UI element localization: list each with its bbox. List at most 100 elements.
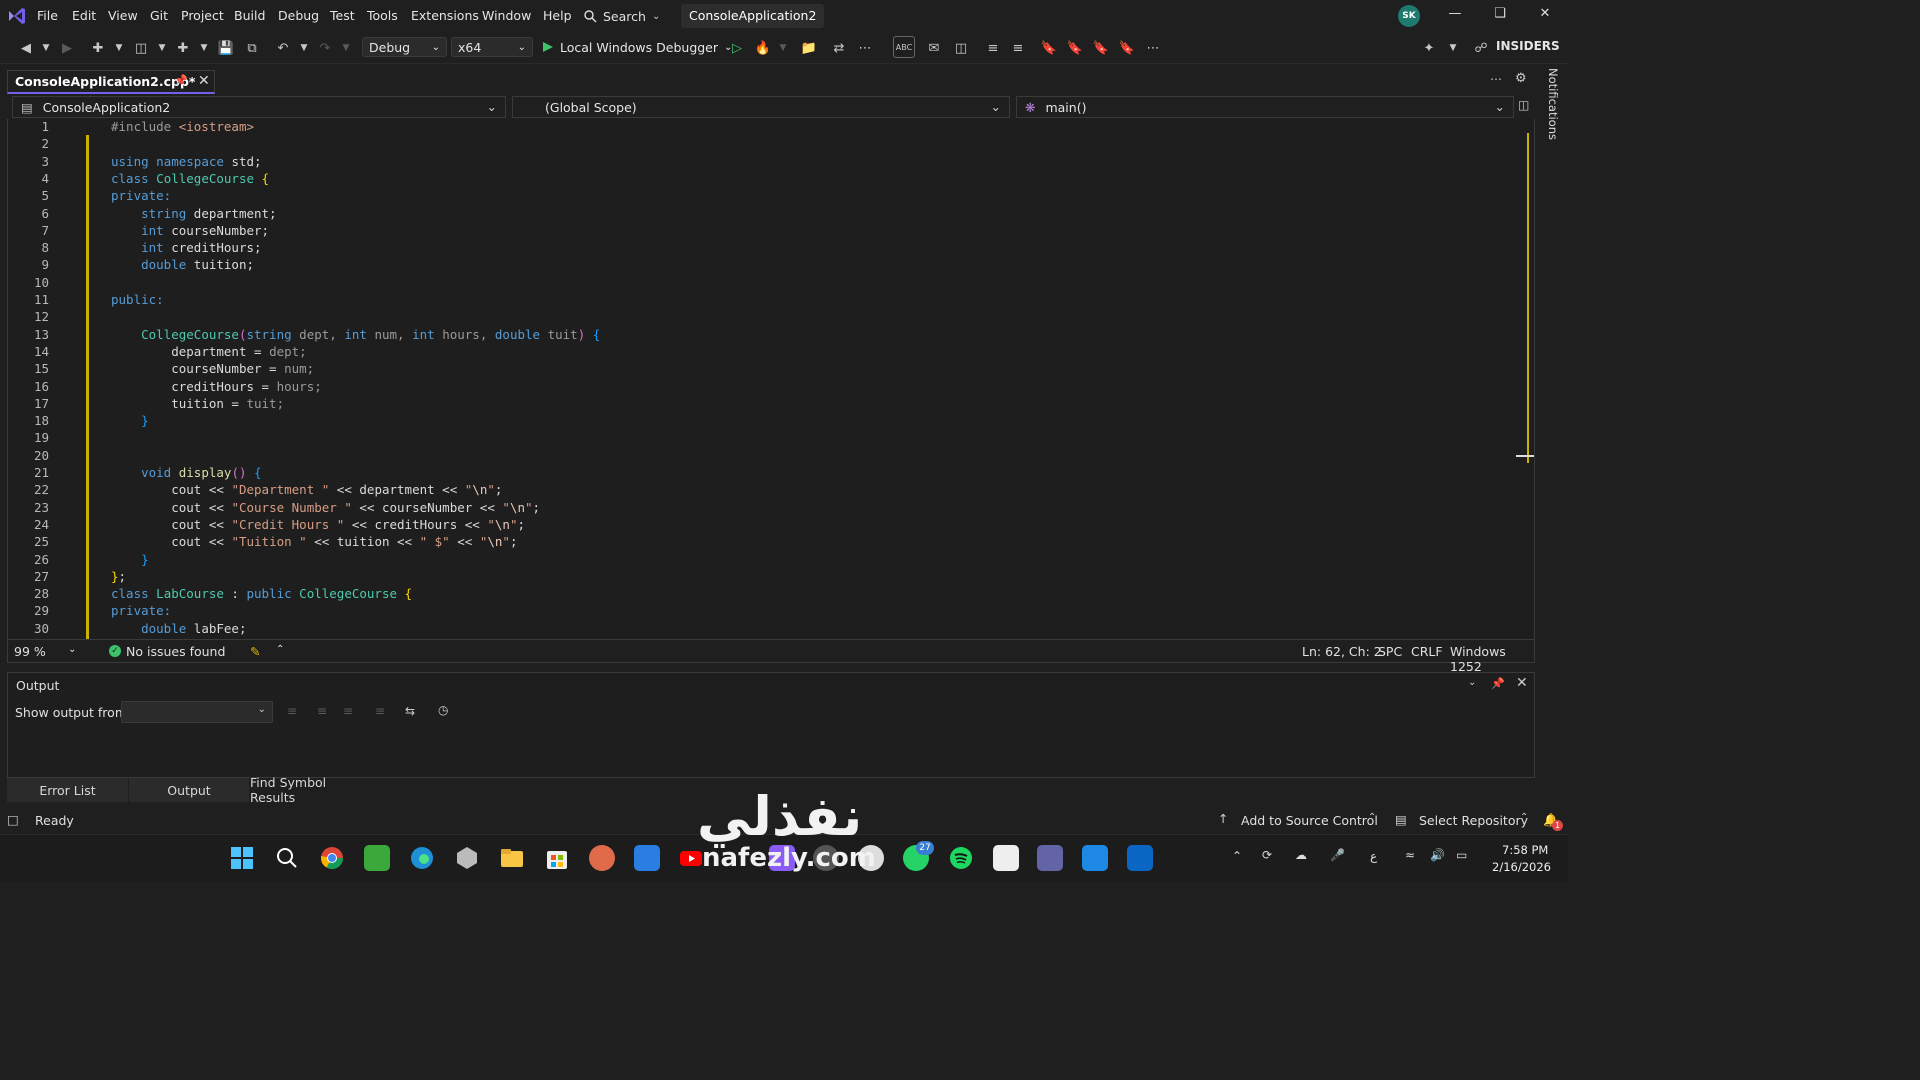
whitespace-mode[interactable]: SPC <box>1378 644 1402 659</box>
chevron-down-icon[interactable]: ▼ <box>293 38 315 58</box>
minimize-icon[interactable]: — <box>1440 6 1470 26</box>
spell-check-icon[interactable]: ABC <box>893 36 915 58</box>
previous-message-icon[interactable]: ≡ <box>317 704 327 718</box>
menu-build[interactable]: Build <box>234 8 265 23</box>
teams-icon[interactable] <box>1037 845 1063 871</box>
split-window-icon[interactable]: ◫ <box>1518 98 1529 112</box>
select-repository-button[interactable]: Select Repository <box>1419 813 1528 828</box>
menu-debug[interactable]: Debug <box>278 8 319 23</box>
redo-icon[interactable]: ↷ <box>314 38 336 58</box>
avatar[interactable]: SK <box>1398 5 1420 27</box>
close-window-icon[interactable]: ✕ <box>1530 6 1560 26</box>
app-icon[interactable] <box>1082 845 1108 871</box>
solution-configuration-dropdown[interactable]: Debug ⌄ <box>362 37 447 57</box>
code-editor[interactable]: 1 2 3 4 5 6 7 8 9 10 11 12 13 14 15 16 1… <box>7 119 1535 639</box>
chevron-down-icon[interactable]: ▼ <box>335 38 357 58</box>
microsoft-store-icon[interactable] <box>544 845 570 871</box>
line-ending[interactable]: CRLF <box>1411 644 1443 659</box>
close-icon[interactable]: ✕ <box>198 73 210 89</box>
add-item-icon[interactable]: ✚ <box>172 38 194 58</box>
chrome-icon[interactable] <box>319 845 345 871</box>
tab-find-symbol-results[interactable]: Find Symbol Results <box>250 775 372 805</box>
notepad-plus-icon[interactable] <box>364 845 390 871</box>
tab-error-list[interactable]: Error List <box>7 778 128 802</box>
search-button[interactable]: Search ⌄ <box>584 6 660 26</box>
add-to-source-control-button[interactable]: Add to Source Control <box>1241 813 1378 828</box>
find-message-icon[interactable]: ≡ <box>287 704 297 718</box>
zoom-level[interactable]: 99 % <box>14 644 46 659</box>
sync-icon[interactable]: ⟳ <box>1262 848 1272 862</box>
chevron-down-icon[interactable]: ▼ <box>35 38 57 58</box>
output-source-dropdown[interactable]: ⌄ <box>121 701 273 723</box>
notifications-side-tab[interactable]: Notifications <box>1540 68 1560 148</box>
menu-extensions[interactable]: Extensions <box>411 8 479 23</box>
menu-project[interactable]: Project <box>181 8 224 23</box>
input-language[interactable]: ع <box>1370 849 1377 863</box>
app-icon[interactable] <box>589 845 615 871</box>
tab-consoleapplication2-cpp[interactable]: ConsoleApplication2.cpp* 📌 ✕ <box>7 70 215 94</box>
copilot-icon[interactable]: ✦ <box>1418 38 1440 58</box>
pin-icon[interactable]: 📌 <box>174 74 188 87</box>
close-icon[interactable]: ✕ <box>1516 675 1528 691</box>
next-bookmark-icon[interactable]: 🔖 <box>1090 38 1112 58</box>
outdent-icon[interactable]: ≡ <box>982 38 1004 58</box>
solution-platform-dropdown[interactable]: x64 ⌄ <box>451 37 533 57</box>
clock-date[interactable]: 2/16/2026 <box>1492 860 1551 874</box>
menu-help[interactable]: Help <box>543 8 572 23</box>
pin-icon[interactable]: 📌 <box>1491 677 1505 690</box>
navigate-forward-icon[interactable]: ▶ <box>56 38 78 58</box>
menu-tools[interactable]: Tools <box>367 8 398 23</box>
start-without-debugging-icon[interactable]: ▷ <box>726 38 748 58</box>
comment-icon[interactable]: ✉ <box>923 38 945 58</box>
volume-icon[interactable]: 🔊 <box>1430 848 1445 862</box>
file-encoding[interactable]: Windows 1252 <box>1450 644 1534 674</box>
restore-icon[interactable]: ❏ <box>1485 6 1515 26</box>
editor-scrollbar[interactable] <box>1515 133 1529 463</box>
save-all-icon[interactable]: ⧉ <box>241 38 263 58</box>
prev-bookmark-icon[interactable]: 🔖 <box>1064 38 1086 58</box>
uncomment-icon[interactable]: ◫ <box>950 38 972 58</box>
new-project-icon[interactable]: ✚ <box>87 38 109 58</box>
insiders-badge[interactable]: INSIDERS <box>1496 39 1560 53</box>
menu-view[interactable]: View <box>108 8 138 23</box>
battery-icon[interactable]: ▭ <box>1456 848 1467 862</box>
gear-icon[interactable]: ⚙ <box>1515 71 1527 86</box>
file-explorer-icon[interactable] <box>499 845 525 871</box>
more-options-icon[interactable]: ⋯ <box>1490 72 1502 86</box>
wifi-icon[interactable]: ≈ <box>1405 848 1415 862</box>
chevron-down-icon[interactable]: ▼ <box>108 38 130 58</box>
youtube-icon[interactable] <box>678 845 704 871</box>
code-cleanup-icon[interactable]: ✎ <box>250 644 260 659</box>
scope-dropdown[interactable]: (Global Scope) ⌄ <box>512 96 1010 118</box>
undo-icon[interactable]: ↶ <box>272 38 294 58</box>
word-wrap-icon[interactable]: ⇆ <box>405 704 415 718</box>
clear-all-icon[interactable]: ≡ <box>375 704 385 718</box>
chevron-down-icon[interactable]: ▼ <box>193 38 215 58</box>
windows-start-icon[interactable] <box>229 845 255 871</box>
menu-git[interactable]: Git <box>150 8 168 23</box>
chevron-down-icon[interactable]: ▼ <box>772 38 794 58</box>
search-icon[interactable] <box>274 845 300 871</box>
clock-time[interactable]: 7:58 PM <box>1502 843 1548 857</box>
next-message-icon[interactable]: ≡ <box>343 704 353 718</box>
cursor-position[interactable]: Ln: 62, Ch: 2 <box>1302 644 1382 659</box>
more-options-icon[interactable]: ⋯ <box>1142 38 1164 58</box>
timestamp-icon[interactable]: ◷ <box>438 703 448 717</box>
indent-icon[interactable]: ≡ <box>1007 38 1029 58</box>
menu-file[interactable]: File <box>37 8 58 23</box>
linkedin-icon[interactable] <box>1127 845 1153 871</box>
hot-reload-icon[interactable]: 🔥 <box>752 38 774 58</box>
chevron-up-icon[interactable]: ⌃ <box>276 644 284 655</box>
tab-output[interactable]: Output <box>129 778 249 802</box>
cube-app-icon[interactable] <box>454 845 480 871</box>
start-debugging-button[interactable]: Local Windows Debugger ⌄ <box>542 37 732 57</box>
chevron-up-icon[interactable]: ⌃ <box>1368 812 1376 823</box>
clear-bookmarks-icon[interactable]: 🔖 <box>1116 38 1138 58</box>
project-dropdown[interactable]: ▤ ConsoleApplication2 ⌄ <box>12 96 506 118</box>
edge-icon[interactable] <box>409 845 435 871</box>
member-dropdown[interactable]: ❋ main() ⌄ <box>1016 96 1514 118</box>
onedrive-icon[interactable]: ☁ <box>1295 848 1307 862</box>
scrollbar-thumb[interactable] <box>1516 455 1534 457</box>
share-icon[interactable]: ☍ <box>1470 38 1492 58</box>
menu-edit[interactable]: Edit <box>72 8 96 23</box>
